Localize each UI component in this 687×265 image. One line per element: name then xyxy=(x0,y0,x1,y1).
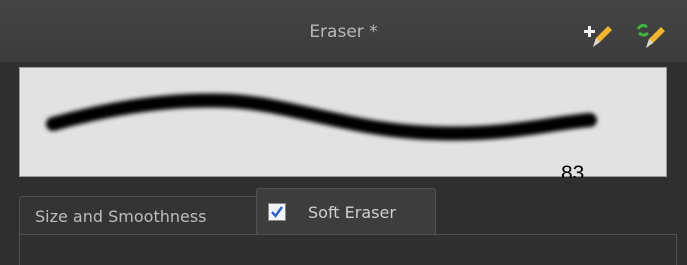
tab-size-and-smoothness[interactable]: Size and Smoothness xyxy=(19,196,259,235)
tab-strip: Size and Smoothness Soft Eraser xyxy=(0,178,687,265)
rename-preset-button[interactable] xyxy=(636,21,666,51)
pencil-plus-icon xyxy=(584,26,612,47)
brush-preview: 83 xyxy=(19,67,667,185)
tab-soft-eraser[interactable]: Soft Eraser xyxy=(256,188,436,235)
tab-content-panel xyxy=(19,234,677,265)
stroke-preview xyxy=(46,93,597,141)
tab-label: Size and Smoothness xyxy=(35,207,207,226)
soft-eraser-checkbox[interactable] xyxy=(268,203,286,221)
checkmark-icon xyxy=(271,206,283,218)
pencil-refresh-icon xyxy=(636,23,665,48)
tab-label: Soft Eraser xyxy=(308,203,396,222)
new-preset-button[interactable] xyxy=(584,21,614,51)
title-bar: Eraser * xyxy=(0,0,687,62)
